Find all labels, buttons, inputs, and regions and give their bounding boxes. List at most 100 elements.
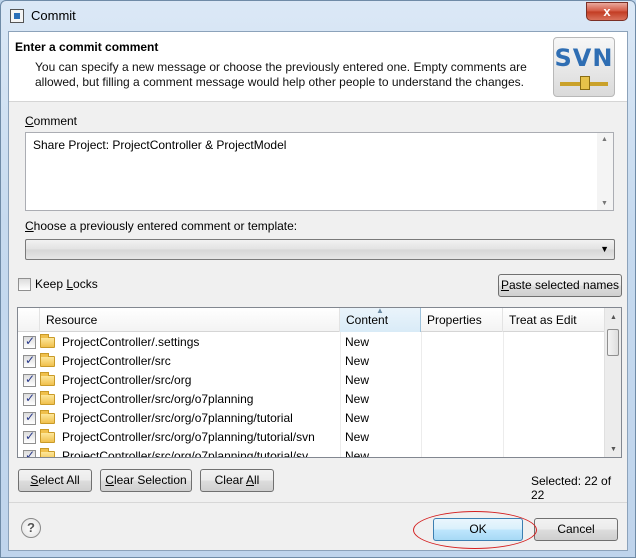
- cell-treat-as-edit: [509, 371, 603, 390]
- folder-icon: [40, 353, 55, 367]
- svn-logo-knob: [580, 76, 590, 90]
- clear-all-pre: Clear: [214, 473, 246, 487]
- commit-dialog-window: Commit x Enter a commit comment You can …: [0, 0, 636, 558]
- paste-label-post: aste selected names: [508, 278, 620, 292]
- ok-highlight-ellipse: [413, 511, 537, 549]
- scrollbar-thumb[interactable]: [607, 329, 619, 356]
- svn-logo-text: SVN: [554, 44, 614, 72]
- resource-table[interactable]: Resource ▲ Content Properties Treat as Ed…: [17, 307, 622, 458]
- column-header-properties[interactable]: Properties: [421, 308, 503, 332]
- folder-icon: [40, 410, 55, 424]
- select-all-rest: elect All: [38, 473, 80, 487]
- cell-treat-as-edit: [509, 428, 603, 447]
- row-checkbox[interactable]: [23, 334, 36, 349]
- scroll-up-arrow-icon[interactable]: ▲: [610, 314, 617, 321]
- template-label-mnemonic: C: [25, 219, 34, 233]
- paste-selected-names-button[interactable]: Paste selected names: [498, 274, 622, 297]
- folder-icon: [40, 429, 55, 443]
- cell-treat-as-edit: [509, 447, 603, 457]
- cell-resource: ProjectController/src: [62, 354, 171, 368]
- row-checkbox[interactable]: [23, 353, 36, 368]
- cell-resource: ProjectController/.settings: [62, 335, 200, 349]
- chevron-down-icon[interactable]: ▼: [600, 244, 609, 254]
- svn-logo-icon: SVN: [553, 37, 615, 97]
- table-row[interactable]: ProjectController/src/org/o7planning/tut…: [18, 409, 606, 428]
- keep-locks-label[interactable]: Keep Locks: [35, 277, 98, 291]
- header-description: You can specify a new message or choose …: [35, 60, 527, 89]
- cell-resource: ProjectController/src/org: [62, 373, 192, 387]
- comment-textarea[interactable]: Share Project: ProjectController & Proje…: [25, 132, 614, 211]
- clear-selection-mnemonic: C: [105, 473, 114, 487]
- table-row[interactable]: ProjectController/src/org/o7planning/tut…: [18, 428, 606, 447]
- select-all-button[interactable]: Select All: [18, 469, 92, 492]
- comment-scrollbar[interactable]: ▲ ▼: [597, 133, 613, 210]
- title-bar[interactable]: Commit x: [1, 1, 635, 31]
- cell-content: New: [345, 354, 370, 368]
- table-row[interactable]: ProjectController/src/org New: [18, 371, 606, 390]
- selected-count-status: Selected: 22 of 22: [531, 474, 612, 502]
- folder-icon: [40, 372, 55, 386]
- cell-content: New: [345, 373, 370, 387]
- cell-content: New: [345, 335, 370, 349]
- folder-icon: [40, 334, 55, 348]
- cell-treat-as-edit: [509, 409, 603, 428]
- table-row[interactable]: ProjectController/.settings New: [18, 333, 606, 352]
- cell-properties: [427, 352, 501, 371]
- cell-resource: ProjectController/src/org/o7planning/tut…: [62, 430, 315, 444]
- column-header-treat-as-edit[interactable]: Treat as Edit: [503, 308, 606, 332]
- scroll-up-arrow-icon[interactable]: ▲: [601, 136, 608, 143]
- cell-content: New: [345, 392, 370, 406]
- clear-all-mnemonic: A: [246, 473, 255, 487]
- table-scrollbar[interactable]: ▲ ▼: [604, 308, 621, 457]
- template-combo[interactable]: ▼: [25, 239, 615, 260]
- folder-icon: [40, 448, 55, 457]
- clear-selection-rest: lear Selection: [113, 473, 187, 487]
- cell-resource: ProjectController/src/org/o7planning: [62, 392, 254, 406]
- row-checkbox[interactable]: [23, 391, 36, 406]
- comment-label-rest: omment: [33, 114, 78, 128]
- header-check-column: [18, 308, 40, 332]
- clear-selection-button[interactable]: Clear Selection: [100, 469, 192, 492]
- dialog-header: Enter a commit comment You can specify a…: [9, 32, 627, 102]
- scroll-down-arrow-icon[interactable]: ▼: [610, 446, 617, 453]
- column-header-content[interactable]: ▲ Content: [340, 308, 421, 332]
- table-header: Resource ▲ Content Properties Treat as Ed…: [18, 308, 606, 332]
- application-icon: [10, 9, 24, 23]
- window-title: Commit: [31, 8, 76, 23]
- template-label: Choose a previously entered comment or t…: [25, 219, 297, 233]
- cell-properties: [427, 428, 501, 447]
- keep-locks-label-pre: Keep: [35, 277, 67, 291]
- cancel-button[interactable]: Cancel: [534, 518, 618, 541]
- cell-resource: ProjectController/src/org/o7planning/tut…: [62, 449, 309, 458]
- table-row[interactable]: ProjectController/src/org/o7planning New: [18, 390, 606, 409]
- clear-all-button[interactable]: Clear All: [200, 469, 274, 492]
- close-button[interactable]: x: [586, 2, 628, 21]
- folder-icon: [40, 391, 55, 405]
- table-row[interactable]: ProjectController/src New: [18, 352, 606, 371]
- footer-separator: [9, 502, 627, 503]
- row-checkbox[interactable]: [23, 410, 36, 425]
- help-icon[interactable]: ?: [21, 518, 41, 538]
- comment-label: Comment: [25, 114, 77, 128]
- cell-content: New: [345, 411, 370, 425]
- header-title: Enter a commit comment: [15, 40, 159, 54]
- column-header-resource[interactable]: Resource: [40, 308, 340, 332]
- scroll-down-arrow-icon[interactable]: ▼: [601, 200, 608, 207]
- cell-treat-as-edit: [509, 390, 603, 409]
- cell-properties: [427, 371, 501, 390]
- keep-locks-checkbox[interactable]: [18, 278, 31, 291]
- row-checkbox[interactable]: [23, 429, 36, 444]
- cell-resource: ProjectController/src/org/o7planning/tut…: [62, 411, 293, 425]
- clear-all-rest: ll: [254, 473, 260, 487]
- table-row[interactable]: ProjectController/src/org/o7planning/tut…: [18, 447, 606, 458]
- sort-up-icon: ▲: [376, 307, 384, 315]
- keep-locks-label-post: ocks: [73, 277, 98, 291]
- cell-treat-as-edit: [509, 333, 603, 352]
- row-checkbox[interactable]: [23, 372, 36, 387]
- cell-properties: [427, 390, 501, 409]
- row-checkbox[interactable]: [23, 448, 36, 457]
- cell-content: New: [345, 430, 370, 444]
- paste-label-mnemonic: P: [500, 278, 509, 292]
- dialog-client-area: Enter a commit comment You can specify a…: [8, 31, 628, 551]
- cell-treat-as-edit: [509, 352, 603, 371]
